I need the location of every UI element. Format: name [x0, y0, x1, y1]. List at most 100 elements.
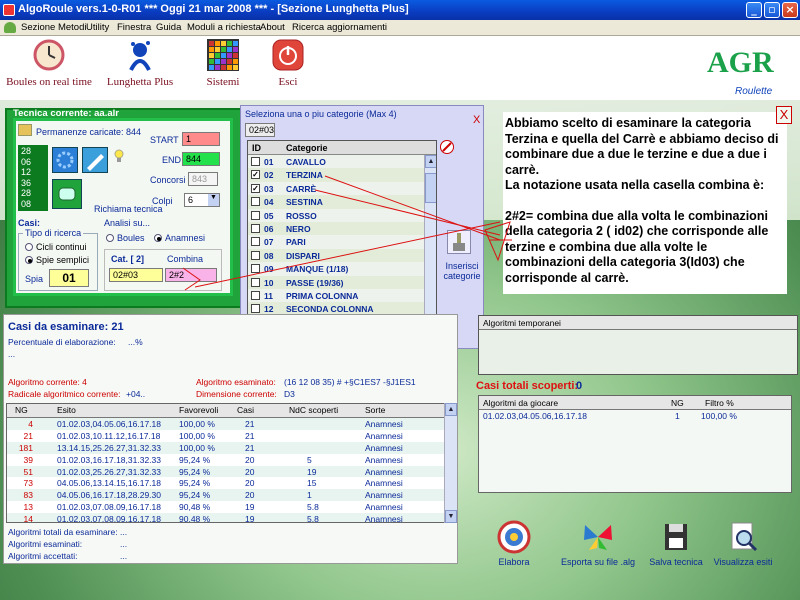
table-cell: Anamnesi	[365, 430, 403, 441]
table-row[interactable]: 39 01.02.03,16.17.18,31.32.33 95,24 % 20 5 An…	[7, 454, 445, 466]
table-row[interactable]: 181 13.14.15,25.26.27,31.32.33 100,00 % 21 A…	[7, 441, 445, 454]
casi-table-row[interactable]: 01.02.03,04.05.06,16.17.18 1 100,00 %	[479, 410, 791, 422]
salva-tecnica-button[interactable]: Salva tecnica	[648, 520, 704, 567]
scroll-thumb[interactable]	[425, 173, 436, 203]
folder-icon[interactable]	[18, 124, 32, 136]
table-cell: Anamnesi	[365, 466, 403, 477]
category-row[interactable]: ✓ 03 CARRÈ	[248, 182, 436, 195]
spie-radio[interactable]: Spie semplici	[25, 255, 89, 265]
combina-field[interactable]: 2#2	[165, 268, 217, 282]
category-id: 06	[264, 223, 274, 234]
category-row[interactable]: ✓ 02 TERZINA	[248, 168, 436, 182]
boules-button[interactable]: Boules on real time	[6, 38, 92, 88]
table-cell: 73	[23, 478, 33, 489]
category-row[interactable]: 07 PARI	[248, 235, 436, 248]
category-row[interactable]: 11 PRIMA COLONNA	[248, 289, 436, 302]
category-name: TERZINA	[286, 170, 323, 181]
boules-radio[interactable]: Boules	[106, 233, 145, 243]
algoritmi-temporanei-list[interactable]: Algoritmi temporanei	[478, 315, 798, 375]
maximize-button[interactable]: ▫	[764, 2, 780, 18]
menu-utility[interactable]: Utility	[86, 22, 109, 33]
menu-ricerca-aggiornamenti[interactable]: Ricerca aggiornamenti	[292, 22, 387, 33]
scroll-up-icon[interactable]: ▲	[445, 403, 457, 416]
grid-cell	[227, 53, 232, 58]
checkbox-icon[interactable]: ✓	[251, 183, 260, 193]
esci-button[interactable]: Esci	[266, 38, 310, 88]
inserisci-categorie-button[interactable]: Inserisci categorie	[439, 261, 485, 281]
spie-label: Spie semplici	[36, 255, 90, 265]
table-row[interactable]: 51 01.02.03,25.26.27,31.32.33 95,24 % 20 19 A…	[7, 465, 445, 478]
table-row[interactable]: 83 04.05.06,16.17.18,28.29.30 95,24 % 20 1 An…	[7, 489, 445, 502]
radicale-label: Radicale algoritmico corrente:	[8, 389, 121, 399]
checkbox-icon[interactable]	[251, 290, 260, 300]
dimensione-value: D3	[284, 389, 295, 399]
category-row[interactable]: 09 MANQUE (1/18)	[248, 262, 436, 275]
close-window-button[interactable]: ×	[782, 2, 798, 18]
end-field[interactable]: 844	[182, 152, 220, 166]
menu-about[interactable]: About	[260, 22, 285, 33]
checkbox-icon[interactable]	[251, 250, 260, 260]
category-row[interactable]: 05 ROSSO	[248, 209, 436, 222]
algoritmo-esaminato-value: (16 12 08 35) # +§C1ES7 -§J1ES1	[284, 377, 416, 387]
gear-icon[interactable]	[52, 147, 78, 173]
checkbox-icon[interactable]	[251, 304, 260, 314]
grid-cell	[227, 41, 232, 46]
start-field[interactable]: 1	[182, 132, 220, 146]
chevron-down-icon[interactable]: ▼	[208, 194, 219, 206]
checkbox-icon[interactable]	[251, 277, 260, 287]
table-row[interactable]: 4 01.02.03,04.05.06,16.17.18 100,00 % 21 Ana…	[7, 418, 445, 430]
algoritmi-da-giocare-table[interactable]: Algoritmi da giocare NG Filtro % 01.02.0…	[478, 395, 792, 493]
table-row[interactable]: 13 01.02.03,07.08.09,16.17.18 90,48 % 19 5.8…	[7, 501, 445, 513]
app-menu-icon[interactable]	[4, 22, 16, 33]
results-scrollbar[interactable]: ▲ ▼	[444, 403, 457, 523]
checkbox-icon[interactable]	[251, 264, 260, 274]
edit-icon[interactable]	[82, 147, 108, 173]
menu-guida[interactable]: Guida	[156, 22, 181, 33]
checkbox-icon[interactable]	[251, 157, 260, 166]
visualizza-label: Visualizza esiti	[713, 557, 773, 567]
table-row[interactable]: 14 01.02.03,07.08.09,16.17.18 90,48 % 19 5.8…	[7, 513, 445, 522]
close-section-button[interactable]: X	[776, 106, 792, 124]
brush-icon[interactable]	[447, 230, 471, 254]
category-row[interactable]: 01 CAVALLO	[248, 155, 436, 168]
table-cell: 100,00 %	[179, 419, 215, 429]
colpi-label: Colpi	[152, 196, 173, 206]
table-row[interactable]: 73 04.05.06,13.14.15,16.17.18 95,24 % 20 15 A…	[7, 477, 445, 489]
category-row[interactable]: 06 NERO	[248, 221, 436, 236]
cicli-radio[interactable]: Cicli continui	[25, 242, 87, 252]
categorie-close-button[interactable]: X	[473, 114, 480, 126]
anamnesi-radio[interactable]: Anamnesi	[154, 233, 205, 243]
scroll-down-icon[interactable]: ▼	[445, 510, 457, 523]
lunghetta-button[interactable]: Lunghetta Plus	[100, 38, 180, 88]
visualizza-esiti-button[interactable]: Visualizza esiti	[712, 520, 774, 567]
menu-sezione-metodi[interactable]: Sezione Metodi	[21, 22, 86, 33]
table-cell: 100,00 %	[179, 442, 215, 453]
checkbox-icon[interactable]	[251, 197, 260, 207]
recall-icon[interactable]	[52, 179, 82, 209]
colpi-select[interactable]: 6 ▼	[184, 193, 220, 207]
esporta-button[interactable]: Esporta su file .alg	[560, 520, 636, 567]
scroll-up-icon[interactable]: ▲	[425, 155, 436, 168]
spia-field[interactable]: 01	[49, 269, 89, 287]
menu-finestra[interactable]: Finestra	[117, 22, 151, 33]
checkbox-icon[interactable]	[251, 223, 260, 233]
tipo-title: Tipo di ricerca	[23, 228, 84, 238]
category-row[interactable]: 10 PASSE (19/36)	[248, 275, 436, 289]
minimize-button[interactable]: _	[746, 2, 762, 18]
sistemi-button[interactable]: Sistemi	[198, 38, 248, 88]
category-row[interactable]: 08 DISPARI	[248, 248, 436, 263]
casi-totali-label: Casi totali scoperti:	[476, 380, 579, 392]
checkbox-icon[interactable]	[251, 210, 260, 220]
table-row[interactable]: 21 01.02.03,10.11.12,16.17.18 100,00 % 21 An…	[7, 430, 445, 442]
checkbox-icon[interactable]	[251, 237, 260, 247]
radio-icon	[154, 234, 162, 242]
elabora-button[interactable]: Elabora	[492, 520, 536, 567]
category-row[interactable]: 04 SESTINA	[248, 195, 436, 209]
no-entry-icon[interactable]	[440, 140, 454, 154]
menu-moduli[interactable]: Moduli a richiesta	[187, 22, 261, 33]
numbers-list[interactable]: 28 06 12 36 28 08	[18, 145, 48, 211]
category-name: PARI	[286, 237, 306, 248]
cat-field[interactable]: 02#03	[109, 268, 163, 282]
checkbox-icon[interactable]: ✓	[251, 170, 260, 180]
selected-categories-field[interactable]: 02#03	[245, 123, 275, 137]
